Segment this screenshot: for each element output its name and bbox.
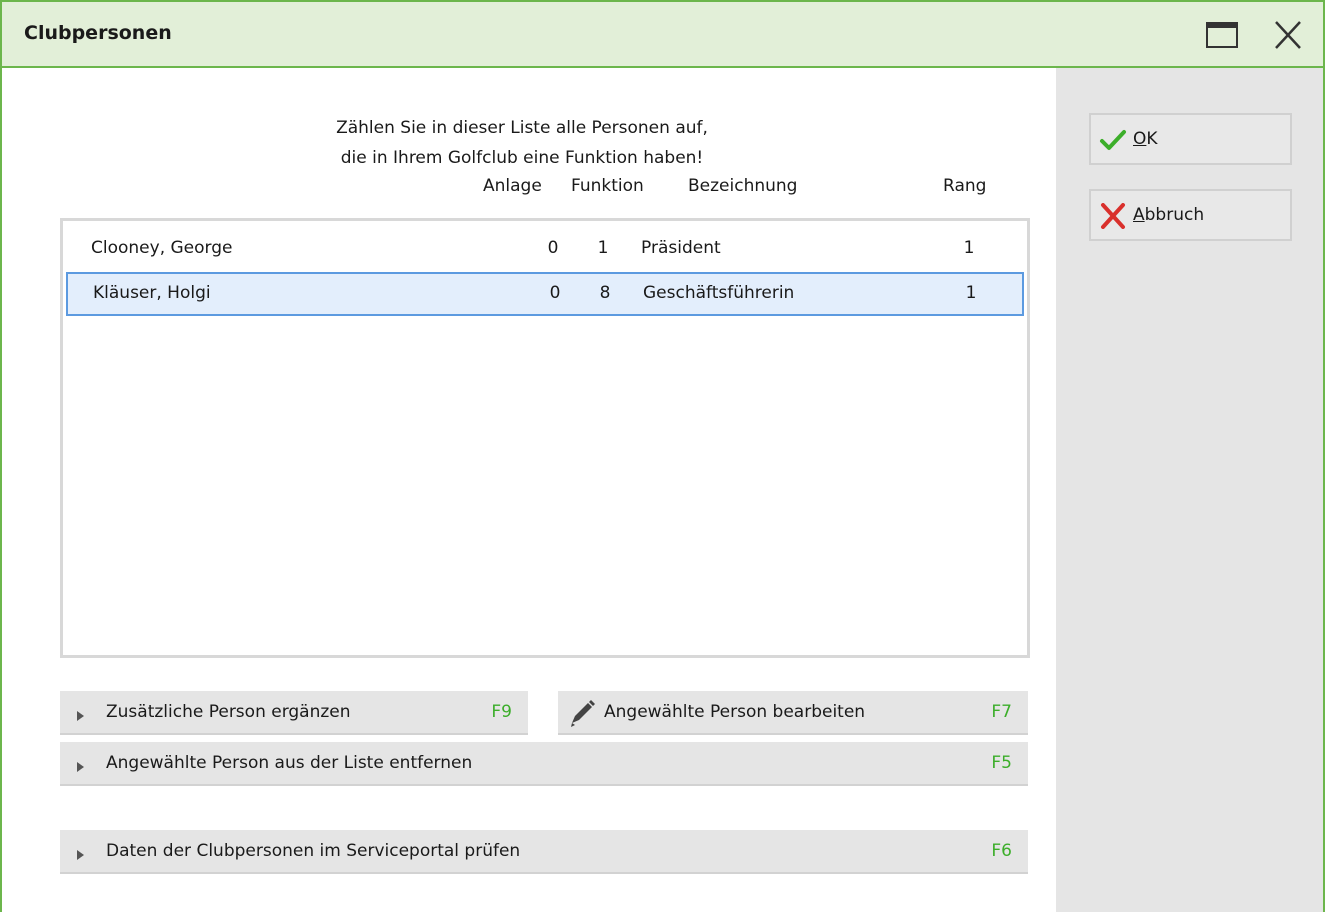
check-portal-button[interactable]: Daten der Clubpersonen im Serviceportal …: [60, 830, 1028, 874]
column-header-funktion: Funktion: [571, 176, 644, 196]
intro-line-1: Zählen Sie in dieser Liste alle Personen…: [336, 118, 708, 138]
add-person-label: Zusätzliche Person ergänzen: [106, 702, 351, 722]
add-person-button[interactable]: Zusätzliche Person ergänzen F9: [60, 691, 528, 735]
edit-person-label: Angewählte Person bearbeiten: [604, 702, 866, 722]
ok-label: OK: [1133, 129, 1158, 149]
side-panel: OK Abbruch: [1056, 68, 1323, 912]
list-row-selected[interactable]: Kläuser, Holgi 0 8 Geschäftsführerin 1: [66, 272, 1024, 316]
check-portal-key: F6: [991, 841, 1012, 861]
row-anlage: 0: [547, 238, 559, 258]
check-portal-label: Daten der Clubpersonen im Serviceportal …: [106, 841, 521, 861]
x-mark-icon: [1099, 203, 1127, 234]
close-icon[interactable]: [1271, 20, 1305, 50]
row-rang: 1: [965, 283, 977, 303]
dialog-window: Clubpersonen Zählen Sie in dieser Liste …: [0, 0, 1325, 912]
triangle-right-icon: [76, 846, 86, 866]
remove-person-key: F5: [991, 753, 1012, 773]
title-bar: Clubpersonen: [2, 2, 1323, 68]
row-name: Clooney, George: [91, 238, 233, 258]
main-content: Zählen Sie in dieser Liste alle Personen…: [2, 68, 1056, 912]
row-name: Kläuser, Holgi: [93, 283, 211, 303]
row-funktion: 1: [597, 238, 609, 258]
row-rang: 1: [963, 238, 975, 258]
row-bezeichnung: Präsident: [641, 238, 721, 258]
person-list[interactable]: Clooney, George 0 1 Präsident 1 Kläuser,…: [60, 218, 1030, 658]
column-header-bezeichnung: Bezeichnung: [688, 176, 798, 196]
checkmark-icon: [1099, 127, 1127, 158]
window-title: Clubpersonen: [24, 22, 172, 44]
column-header-anlage: Anlage: [483, 176, 542, 196]
triangle-right-icon: [76, 758, 86, 778]
edit-person-key: F7: [991, 702, 1012, 722]
pencil-icon: [566, 697, 598, 734]
remove-person-label: Angewählte Person aus der Liste entferne…: [106, 753, 473, 773]
maximize-icon[interactable]: [1205, 20, 1239, 50]
remove-person-button[interactable]: Angewählte Person aus der Liste entferne…: [60, 742, 1028, 786]
triangle-right-icon: [76, 707, 86, 727]
cancel-button[interactable]: Abbruch: [1089, 189, 1292, 241]
add-person-key: F9: [491, 702, 512, 722]
column-header-rang: Rang: [943, 176, 987, 196]
row-funktion: 8: [599, 283, 611, 303]
edit-person-button[interactable]: Angewählte Person bearbeiten F7: [558, 691, 1028, 735]
list-row[interactable]: Clooney, George 0 1 Präsident 1: [66, 227, 1024, 271]
row-bezeichnung: Geschäftsführerin: [643, 283, 795, 303]
row-anlage: 0: [549, 283, 561, 303]
cancel-label: Abbruch: [1133, 205, 1205, 225]
ok-button[interactable]: OK: [1089, 113, 1292, 165]
intro-line-2: die in Ihrem Golfclub eine Funktion habe…: [340, 148, 704, 168]
